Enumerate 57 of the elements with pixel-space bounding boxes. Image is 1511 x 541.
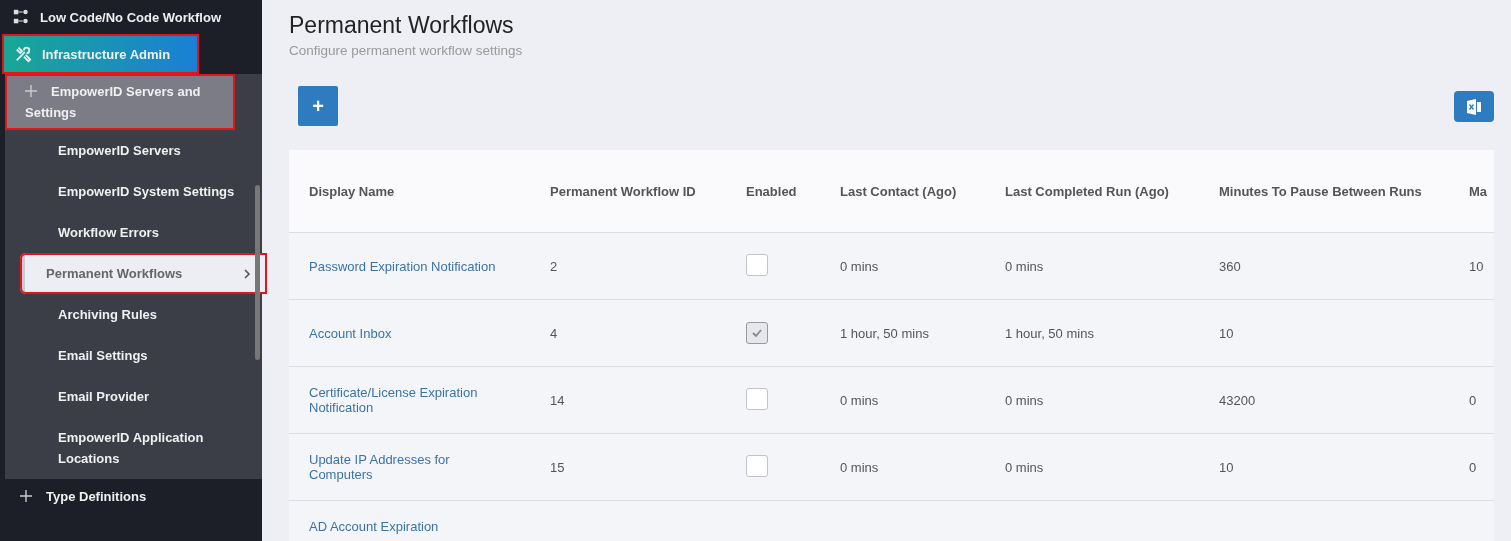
- table-cell: 0 mins: [840, 392, 879, 408]
- column-header[interactable]: Enabled: [746, 183, 840, 199]
- workflow-link[interactable]: Account Inbox: [309, 325, 392, 341]
- nodes-icon: [12, 8, 30, 26]
- table-cell: 0 mins: [1005, 392, 1044, 408]
- table-cell: 10: [1219, 325, 1234, 341]
- workflow-link[interactable]: Password Expiration Notification: [309, 258, 496, 274]
- column-header[interactable]: Ma: [1469, 183, 1501, 199]
- excel-export-button[interactable]: [1454, 91, 1494, 122]
- workflow-link[interactable]: Certificate/License Expiration Notification: [309, 385, 509, 415]
- table-cell: 1 hour, 50 mins: [840, 325, 929, 341]
- workflow-link[interactable]: Update IP Addresses for Computers: [309, 452, 509, 482]
- sidebar-item[interactable]: Workflow Errors: [5, 212, 262, 253]
- table-cell: 10: [1219, 459, 1234, 475]
- table-cell: 0 mins: [840, 459, 879, 475]
- enabled-checkbox[interactable]: [746, 322, 768, 344]
- table-cell: 0: [1469, 392, 1477, 408]
- table-cell: 43200: [1219, 392, 1256, 408]
- chevron-right-icon: [243, 267, 251, 280]
- sidebar-item[interactable]: EmpowerID Servers: [5, 130, 262, 171]
- plus-icon: [20, 490, 32, 502]
- sidebar-item[interactable]: EmpowerID System Settings: [5, 171, 262, 212]
- column-header[interactable]: Permanent Workflow ID: [550, 183, 746, 199]
- table-cell: 4: [550, 325, 558, 341]
- table-cell: 1 hour, 50 mins: [1005, 325, 1094, 341]
- sidebar-item[interactable]: Email Provider: [5, 376, 262, 417]
- table-cell: 14: [550, 392, 565, 408]
- table-cell: 0 mins: [1005, 258, 1044, 274]
- table-cell: 0: [1469, 459, 1477, 475]
- enabled-checkbox[interactable]: [746, 454, 768, 477]
- page-subtitle: Configure permanent workflow settings: [289, 43, 524, 58]
- plus-icon: [25, 85, 37, 97]
- enabled-checkbox[interactable]: [746, 387, 768, 410]
- table-cell: 2: [550, 258, 558, 274]
- table-cell: 0 mins: [1005, 459, 1044, 475]
- sidebar-group[interactable]: Type Definitions: [0, 479, 230, 514]
- sidebar-section[interactable]: Low Code/No Code Workflow: [0, 0, 262, 34]
- enabled-checkbox[interactable]: [746, 253, 768, 276]
- table-cell: 10: [1469, 258, 1484, 274]
- column-header[interactable]: Display Name: [309, 183, 550, 199]
- column-header[interactable]: Minutes To Pause Between Runs: [1219, 183, 1469, 199]
- workflow-link[interactable]: AD Account Expiration: [309, 519, 439, 534]
- tools-icon: [14, 45, 32, 63]
- sidebar-group[interactable]: EmpowerID Servers and Settings: [5, 74, 235, 130]
- sidebar-item[interactable]: EmpowerID Application Locations: [5, 417, 262, 479]
- table-cell: 15: [550, 459, 565, 475]
- page-title: Permanent Workflows: [289, 12, 515, 39]
- sidebar-item[interactable]: Email Settings: [5, 335, 262, 376]
- sidebar-item[interactable]: Archiving Rules: [5, 294, 262, 335]
- spreadsheet-icon: [1464, 96, 1484, 117]
- column-header[interactable]: Last Completed Run (Ago): [1005, 183, 1219, 199]
- table-cell: 360: [1219, 258, 1241, 274]
- add-button[interactable]: +: [298, 86, 338, 126]
- sidebar-item[interactable]: Permanent Workflows: [20, 253, 267, 294]
- table-cell: 0 mins: [840, 258, 879, 274]
- scrollbar[interactable]: [255, 185, 260, 360]
- column-header[interactable]: Last Contact (Ago): [840, 183, 1005, 199]
